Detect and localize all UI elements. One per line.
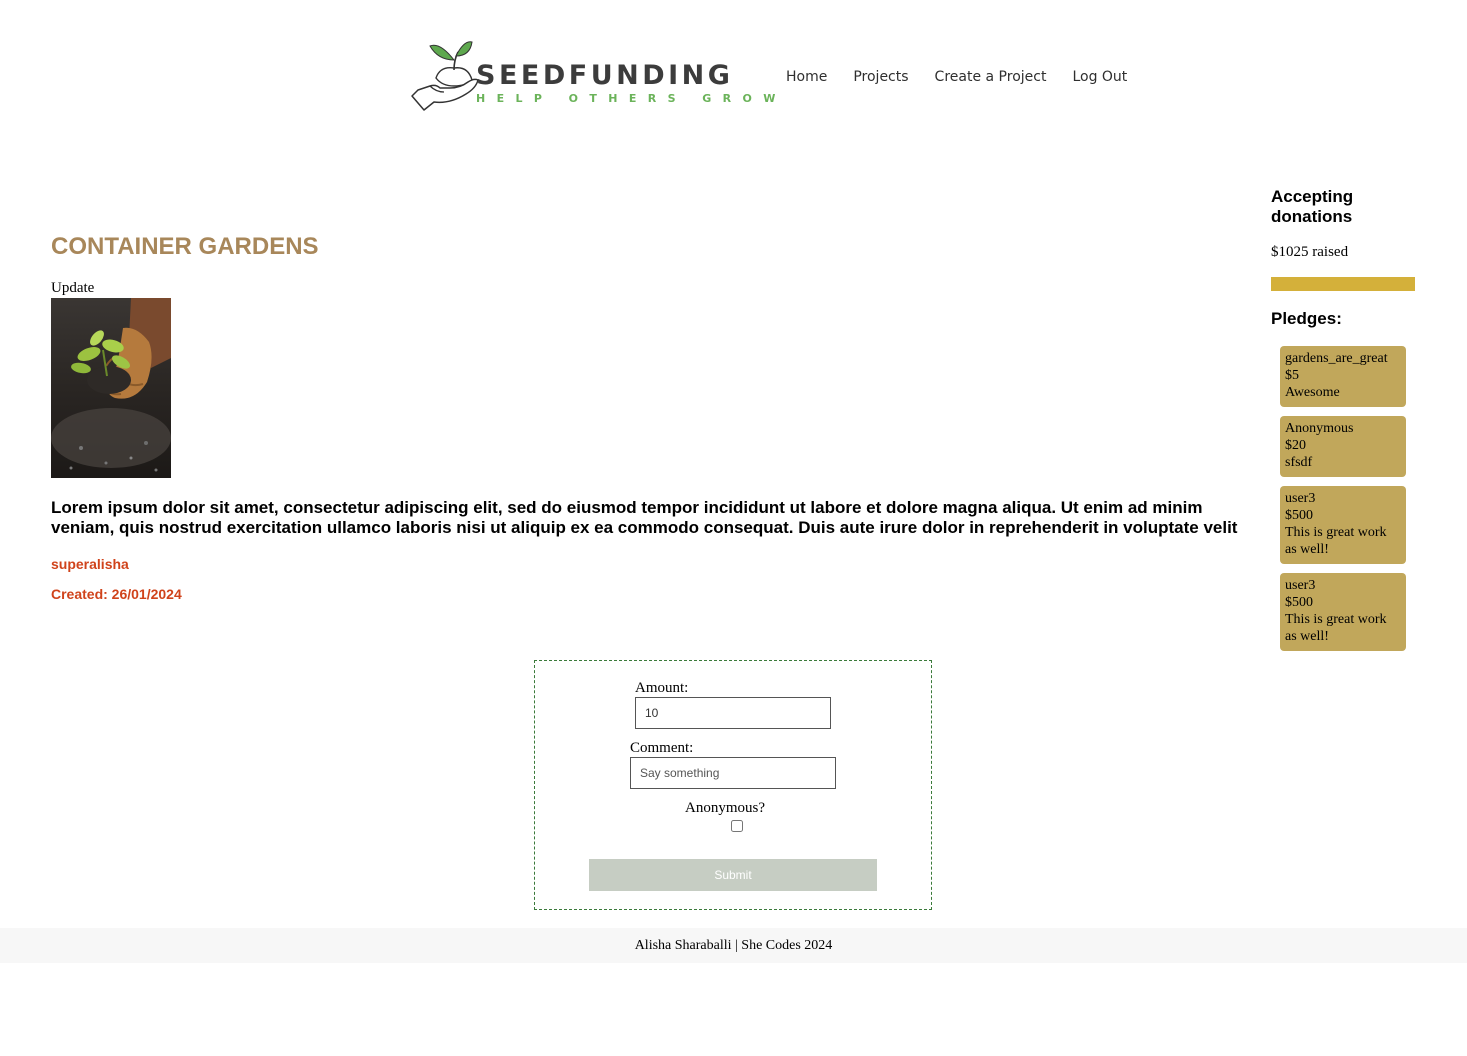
pledge-list: gardens_are_great $5 Awesome Anonymous $… [1280, 346, 1406, 660]
footer-text: Alisha Sharaballi | She Codes 2024 [634, 938, 833, 953]
comment-input[interactable] [630, 757, 836, 789]
pledge-card: Anonymous $20 sfsdf [1280, 416, 1406, 477]
pledge-supporter: Anonymous [1285, 421, 1354, 436]
pledge-supporter: user3 [1285, 491, 1316, 506]
pledges-heading: Pledges: [1271, 309, 1342, 328]
hand-seedling-icon [411, 41, 479, 111]
pledge-supporter: gardens_are_great [1285, 351, 1388, 366]
pledge-comment: This is great work as well! [1285, 525, 1387, 557]
amount-label: Amount: [635, 680, 689, 696]
pledge-amount: $5 [1285, 368, 1299, 383]
anonymous-label: Anonymous? [685, 800, 765, 816]
seedfunding-logo[interactable]: SEEDFUNDING HELP OTHERS GROW [410, 38, 775, 114]
update-link[interactable]: Update [51, 280, 94, 297]
nav-projects[interactable]: Projects [853, 69, 908, 85]
submit-button[interactable]: Submit [589, 859, 877, 891]
project-title: CONTAINER GARDENS [51, 233, 319, 260]
pledge-form: Amount: Comment: Anonymous? Submit [534, 660, 932, 910]
pledge-amount: $500 [1285, 508, 1313, 523]
amount-raised: $1025 raised [1271, 244, 1349, 260]
comment-label: Comment: [630, 740, 694, 756]
project-owner: superalisha [51, 556, 129, 572]
pledge-card: user3 $500 This is great work as well! [1280, 486, 1406, 564]
nav-home[interactable]: Home [786, 69, 827, 85]
footer: Alisha Sharaballi | She Codes 2024 [0, 928, 1467, 963]
pledge-comment: This is great work as well! [1285, 612, 1387, 644]
nav-create-project[interactable]: Create a Project [935, 69, 1047, 85]
pledge-card: gardens_are_great $5 Awesome [1280, 346, 1406, 407]
brand-tagline: HELP OTHERS GROW [476, 92, 787, 105]
progress-bar-fill [1271, 277, 1415, 291]
pledge-amount: $500 [1285, 595, 1313, 610]
amount-input[interactable] [635, 697, 831, 729]
main-nav: Home Projects Create a Project Log Out [786, 69, 1127, 85]
pledge-comment: Awesome [1285, 385, 1340, 400]
donation-status: Accepting donations [1271, 187, 1354, 226]
project-description: Lorem ipsum dolor sit amet, consectetur … [51, 498, 1238, 537]
nav-log-out[interactable]: Log Out [1072, 69, 1127, 85]
pledge-comment: sfsdf [1285, 455, 1313, 470]
progress-bar [1271, 277, 1415, 291]
project-created-date: Created: 26/01/2024 [51, 586, 182, 602]
pledge-card: user3 $500 This is great work as well! [1280, 573, 1406, 651]
pledge-amount: $20 [1285, 438, 1306, 453]
brand-name: SEEDFUNDING [476, 60, 734, 91]
project-image [51, 298, 171, 478]
anonymous-checkbox[interactable] [731, 820, 743, 832]
pledge-supporter: user3 [1285, 578, 1316, 593]
